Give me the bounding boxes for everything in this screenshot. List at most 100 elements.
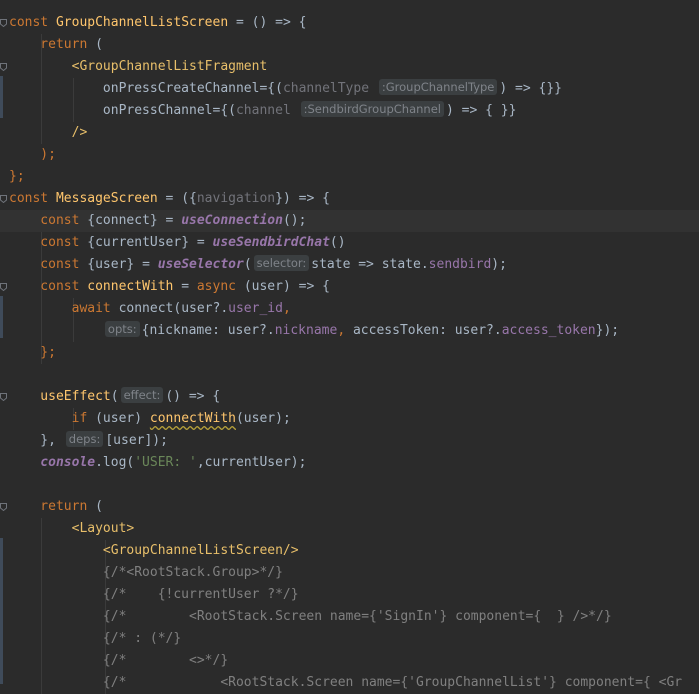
code-line[interactable]: console.log('USER: ',currentUser); bbox=[0, 452, 699, 474]
code-token: {connect} = bbox=[87, 213, 182, 228]
code-line[interactable]: }; bbox=[0, 342, 699, 364]
code-token: }; bbox=[9, 345, 56, 360]
code-line[interactable]: <GroupChannelListScreen/> bbox=[0, 540, 699, 562]
parameter-hint: :GroupChannelType bbox=[378, 79, 498, 95]
code-line[interactable]: const connectWith = async (user) => { bbox=[0, 276, 699, 298]
code-line[interactable]: <Layout> bbox=[0, 518, 699, 540]
code-token: useConnection bbox=[181, 213, 283, 228]
fold-icon[interactable] bbox=[0, 503, 7, 511]
code-token: connectWith bbox=[87, 279, 174, 294]
parameter-hint: deps: bbox=[65, 431, 104, 447]
code-token: {/* <RootStack.Screen name={'GroupChanne… bbox=[9, 675, 683, 690]
code-line[interactable]: {/* <RootStack.Screen name={'SignIn'} co… bbox=[0, 606, 699, 628]
code-token: const bbox=[9, 279, 88, 294]
parameter-hint: :SendbirdGroupChannel bbox=[300, 101, 444, 117]
code-line[interactable]: <GroupChannelListFragment bbox=[0, 56, 699, 78]
code-token: }) => { bbox=[275, 191, 330, 206]
code-token: connectWith bbox=[149, 411, 236, 426]
code-token: {currentUser} = bbox=[87, 235, 213, 250]
code-token: sendbird bbox=[428, 257, 492, 272]
fold-icon[interactable] bbox=[0, 195, 7, 203]
code-token: ( bbox=[110, 389, 119, 404]
code-token: {nickname: user?. bbox=[141, 323, 275, 338]
code-token: (user) bbox=[95, 411, 150, 426]
code-line[interactable]: /> bbox=[0, 122, 699, 144]
code-line[interactable]: {/* <>*/} bbox=[0, 650, 699, 672]
code-line[interactable]: ); bbox=[0, 144, 699, 166]
code-line[interactable]: opts: {nickname: user?.nickname, accessTo… bbox=[0, 320, 699, 342]
fold-icon[interactable] bbox=[0, 283, 7, 291]
code-line[interactable]: const {connect} = useConnection(); bbox=[0, 210, 699, 232]
code-token: ( bbox=[243, 257, 252, 272]
code-line[interactable]: const {currentUser} = useSendbirdChat() bbox=[0, 232, 699, 254]
code-token: {/* <RootStack.Screen name={'SignIn'} co… bbox=[9, 609, 612, 624]
code-line[interactable] bbox=[0, 364, 699, 386]
code-token: onPressChannel bbox=[9, 103, 213, 118]
code-token: if bbox=[9, 411, 96, 426]
code-line[interactable]: {/* : (*/} bbox=[0, 628, 699, 650]
code-line[interactable] bbox=[0, 474, 699, 496]
code-token: console bbox=[9, 455, 96, 470]
code-token: ) => {}} bbox=[499, 81, 562, 96]
code-token: await bbox=[9, 301, 119, 316]
code-line[interactable]: onPressCreateChannel={(channelType :Grou… bbox=[0, 78, 699, 100]
code-token: = ({ bbox=[157, 191, 197, 206]
code-token: [user]); bbox=[105, 433, 168, 448]
code-token: = bbox=[173, 279, 197, 294]
fold-icon[interactable] bbox=[0, 19, 7, 27]
parameter-hint: effect: bbox=[120, 387, 164, 403]
code-line[interactable]: const MessageScreen = ({navigation}) => … bbox=[0, 188, 699, 210]
code-token: connect(user?. bbox=[118, 301, 229, 316]
code-token: user_id bbox=[228, 301, 283, 316]
code-token: const bbox=[9, 213, 88, 228]
code-line[interactable]: if (user) connectWith(user); bbox=[0, 408, 699, 430]
code-token: const bbox=[9, 257, 88, 272]
code-token: (user); bbox=[235, 411, 291, 426]
fold-icon[interactable] bbox=[0, 393, 7, 401]
code-token: async bbox=[196, 279, 244, 294]
code-token: MessageScreen bbox=[55, 191, 158, 206]
code-token: {/* {!currentUser ?*/} bbox=[9, 587, 299, 602]
code-token: <Layout> bbox=[71, 521, 135, 536]
code-token: nickname bbox=[274, 323, 338, 338]
code-token: {/*<RootStack.Group>*/} bbox=[9, 565, 283, 580]
code-token: ,currentUser); bbox=[196, 455, 307, 470]
code-token: ( bbox=[95, 499, 103, 514]
parameter-hint: opts: bbox=[104, 321, 140, 337]
code-line[interactable]: onPressChannel={(channel :SendbirdGroupC… bbox=[0, 100, 699, 122]
code-line[interactable]: return ( bbox=[0, 496, 699, 518]
code-line[interactable]: {/* <RootStack.Screen name={'GroupChanne… bbox=[0, 672, 699, 694]
code-token: useSendbirdChat bbox=[212, 235, 330, 250]
code-token: {/* : (*/} bbox=[9, 631, 182, 646]
code-line[interactable]: {/*<RootStack.Group>*/} bbox=[0, 562, 699, 584]
code-line[interactable]: }; bbox=[0, 166, 699, 188]
code-line[interactable]: {/* {!currentUser ?*/} bbox=[0, 584, 699, 606]
code-token: state => state. bbox=[311, 257, 429, 272]
code-line[interactable]: useEffect(effect:() => { bbox=[0, 386, 699, 408]
code-line[interactable]: const {user} = useSelector(selector: stat… bbox=[0, 254, 699, 276]
code-token: useSelector bbox=[157, 257, 244, 272]
code-token: .log( bbox=[95, 455, 135, 470]
code-line[interactable]: return ( bbox=[0, 34, 699, 56]
code-token: <GroupChannelListScreen/> bbox=[102, 543, 299, 558]
code-editor[interactable]: const GroupChannelListScreen = () => { r… bbox=[0, 0, 699, 694]
code-token: useEffect bbox=[9, 389, 111, 404]
fold-icon[interactable] bbox=[0, 63, 7, 71]
code-token: ={( bbox=[259, 81, 283, 96]
code-line[interactable]: const GroupChannelListScreen = () => { bbox=[0, 12, 699, 34]
code-token: }); bbox=[595, 323, 620, 338]
code-token: ); bbox=[491, 257, 507, 272]
code-token: navigation bbox=[196, 191, 276, 206]
code-line[interactable]: await connect(user?.user_id, bbox=[0, 298, 699, 320]
code-token: (); bbox=[282, 213, 307, 228]
code-token: ) => { }} bbox=[446, 103, 517, 118]
code-line[interactable]: }, deps: [user]); bbox=[0, 430, 699, 452]
code-token: onPressCreateChannel bbox=[9, 81, 260, 96]
code-token: return bbox=[9, 499, 96, 514]
code-token: {user} = bbox=[87, 257, 158, 272]
code-token: (user) => { bbox=[243, 279, 330, 294]
